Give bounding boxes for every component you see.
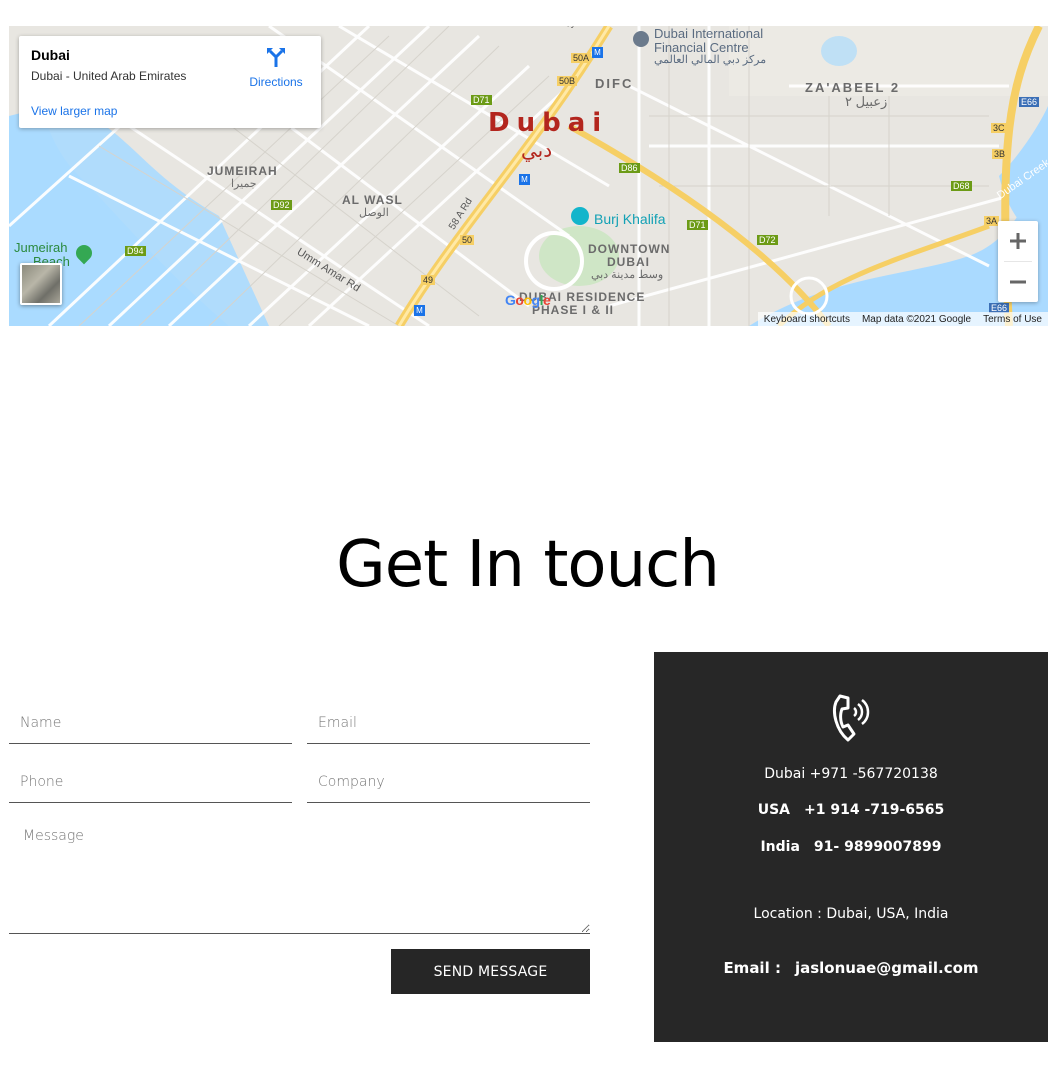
map-label-fin-centre-1: Dubai International [654,26,764,41]
map-label-jumeirah: JUMEIRAH [207,164,278,178]
map-pin-difc [633,31,649,47]
minus-icon [1010,280,1026,284]
message-textarea[interactable] [9,818,590,934]
map-footer: Keyboard shortcuts Map data ©2021 Google… [757,312,1048,326]
usa-phone-row: USA +1 914 -719-6565 [654,802,1048,818]
email-label: Email : [723,959,781,977]
metro-icon: M [592,47,603,58]
email-row: Email : jaslonuae@gmail.com [654,959,1048,977]
map-data-attribution: Map data ©2021 Google [861,313,972,325]
place-title: Dubai [31,47,70,63]
india-label: India [760,839,800,855]
road-shield: D72 [757,235,778,245]
map-label-zabeel-ar: زعبيل ٢ [845,94,888,109]
road-shield: 3A [984,216,1000,226]
section-heading: Get In touch [336,528,720,602]
road-shield: 50B [557,76,578,86]
road-shield: 3C [991,123,1007,133]
road-shield: D92 [271,200,292,210]
map-label-downtown-ar: وسط مدينة دبي [591,269,664,281]
plus-icon [1010,233,1026,249]
camera-icon [571,207,589,225]
road-shield: 3B [992,149,1008,159]
road-shield: 50A [571,53,592,63]
map-label-difc: DIFC [595,76,634,91]
terms-of-use-link[interactable]: Terms of Use [983,314,1042,325]
map-label-zabeel: ZA'ABEEL 2 [805,80,901,95]
road-shield: 49 [421,275,436,285]
map-label-downtown-1: DOWNTOWN [588,242,671,256]
google-logo: Google [505,292,551,308]
metro-icon: M [414,305,425,316]
name-input[interactable] [9,702,292,744]
email-address[interactable]: jaslonuae@gmail.com [795,959,979,977]
company-input[interactable] [307,762,590,803]
satellite-toggle[interactable] [20,263,62,305]
dubai-phone: Dubai +971 -567720138 [764,766,938,782]
email-input[interactable] [307,702,590,744]
phone-input[interactable] [9,762,292,803]
road-shield: D94 [125,246,146,256]
india-phone: 91- 9899007899 [813,839,942,855]
zoom-control [998,221,1038,302]
contact-info-panel: Dubai +971 -567720138 USA +1 914 -719-656… [654,652,1048,1042]
directions-button[interactable]: Directions [241,46,311,89]
map-label-fin-centre-ar: مركز دبي المالي العالمي [654,54,767,66]
usa-label: USA [757,802,791,818]
india-phone-row: India 91- 9899007899 [654,839,1048,855]
road-shield: D71 [471,95,492,105]
directions-icon [267,48,285,67]
map-label-city-arabic: دبي [521,138,553,162]
zoom-out-button[interactable] [998,262,1038,302]
road-shield: D86 [619,163,640,173]
road-shield: 50 [460,235,475,245]
send-message-button[interactable]: SEND MESSAGE [391,949,590,994]
zoom-in-button[interactable] [998,221,1038,261]
usa-phone: +1 914 -719-6565 [804,802,945,818]
view-larger-map-link[interactable]: View larger map [31,104,117,118]
map-place-card: Dubai Dubai - United Arab Emirates View … [19,36,321,128]
embedded-map[interactable]: Dubai دبي DIFC Dubai International Finan… [9,26,1048,326]
map-label-jumeirah-ar: جميرا [231,178,257,190]
keyboard-shortcuts-link[interactable]: Keyboard shortcuts [764,314,850,325]
location-line: Location : Dubai, USA, India [753,906,949,922]
metro-icon: M [519,174,530,185]
map-label-downtown-2: DUBAI [607,255,650,269]
map-label-jumeirah-beach-1: Jumeirah [14,240,68,255]
map-label-al-wasl: AL WASL [342,193,403,207]
road-shield: D68 [951,181,972,191]
map-label-al-wasl-ar: الوصل [359,207,389,219]
road-shield: D71 [687,220,708,230]
road-shield: E66 [1019,97,1040,107]
map-label-city: Dubai [488,108,609,138]
place-address: Dubai - United Arab Emirates [31,69,187,83]
phone-icon [833,694,870,742]
map-label-burj-khalifa: Burj Khalifa [594,211,666,227]
directions-label: Directions [249,75,303,89]
